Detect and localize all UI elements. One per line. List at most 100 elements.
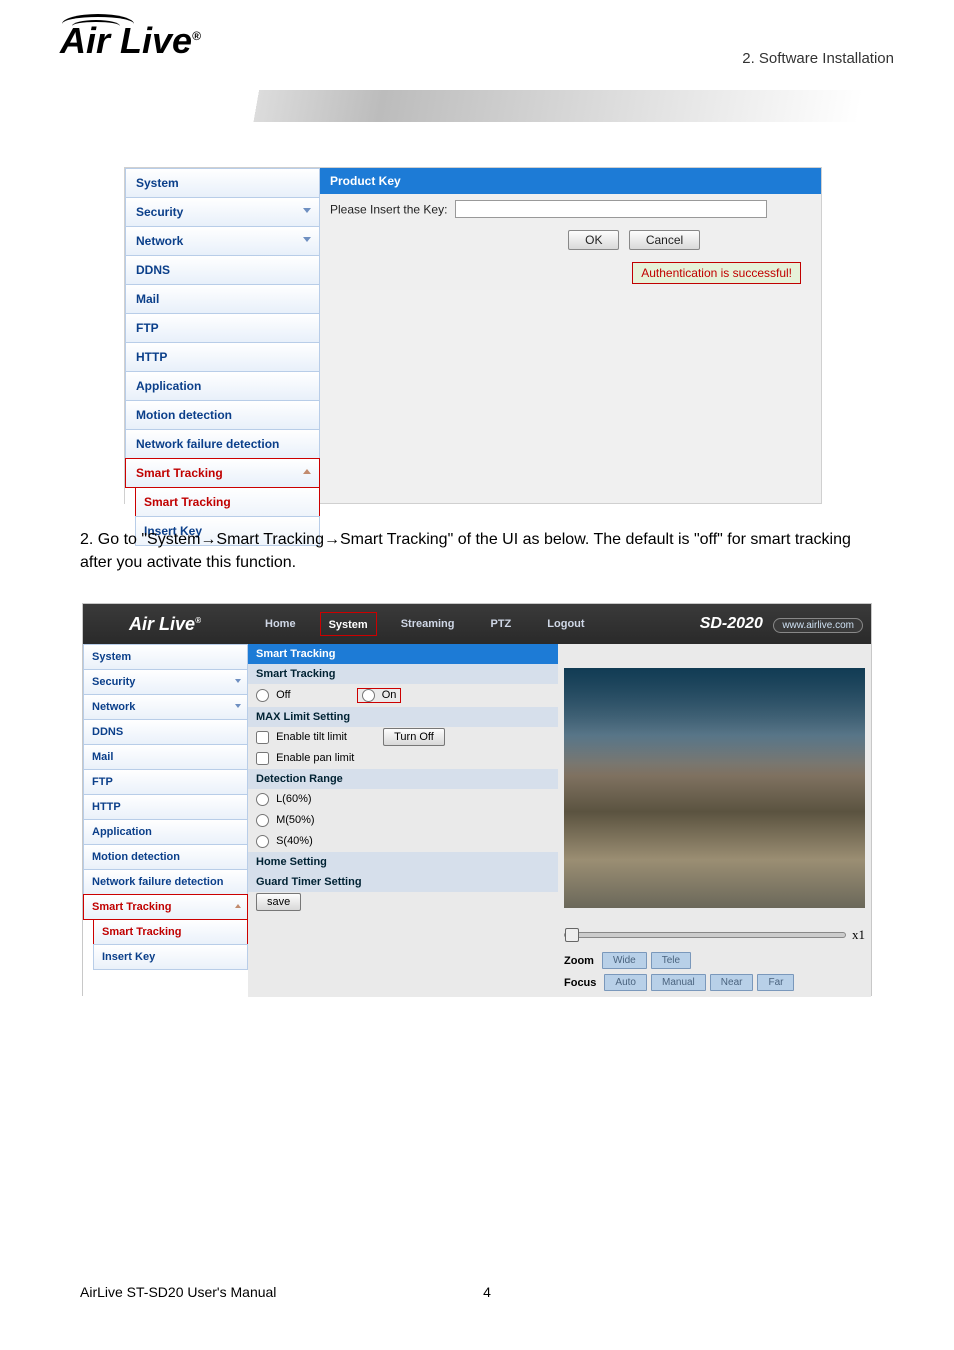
screenshot-smart-tracking: Air Live® Home System Streaming PTZ Logo… [82,603,872,996]
screenshot-product-key: System Security Network DDNS Mail FTP HT… [124,167,822,504]
radio-range-s[interactable]: S(40%) [256,835,313,847]
sidebar-item-ddns[interactable]: DDNS [83,719,248,745]
radio-range-m[interactable]: M(50%) [256,814,315,826]
sidebar-item-http[interactable]: HTTP [125,342,320,372]
zoom-level-label: x1 [852,927,865,943]
sidebar-item-label: Motion detection [92,851,180,863]
turn-off-button[interactable]: Turn Off [383,728,445,746]
zoom-label: Zoom [564,955,594,967]
sidebar-item-system[interactable]: System [125,168,320,198]
tab-logout[interactable]: Logout [529,604,602,644]
product-url-pill[interactable]: www.airlive.com [773,618,863,633]
sidebar-item-label: DDNS [136,263,170,277]
sidebar-item-system[interactable]: System [83,644,248,670]
checkbox-tilt-label: Enable tilt limit [276,731,347,743]
tab-system[interactable]: System [320,612,377,636]
auth-success-banner: Authentication is successful! [632,262,801,284]
sidebar-item-label: Smart Tracking [144,495,231,509]
sidebar-item-application[interactable]: Application [83,819,248,845]
footer-manual-title: AirLive ST-SD20 User's Manual [80,1284,276,1300]
header-divider [0,90,954,122]
sidebar-item-label: Application [92,826,152,838]
chevron-down-icon [303,237,311,242]
focus-manual-button[interactable]: Manual [651,974,706,991]
sidebar-item-label: FTP [92,776,113,788]
sidebar-item-network-failure[interactable]: Network failure detection [125,429,320,459]
focus-label: Focus [564,977,596,989]
focus-far-button[interactable]: Far [757,974,794,991]
section-home-setting: Home Setting [248,852,558,872]
sidebar-sub-smart-tracking[interactable]: Smart Tracking [93,919,248,945]
zoom-slider-thumb[interactable] [565,928,579,942]
header-section-title: 2. Software Installation [742,50,894,67]
zoom-wide-button[interactable]: Wide [602,952,647,969]
sidebar-item-label: Smart Tracking [102,926,181,938]
focus-near-button[interactable]: Near [710,974,754,991]
sidebar-item-ddns[interactable]: DDNS [125,255,320,285]
sidebar-item-label: DDNS [92,726,123,738]
video-preview [564,668,865,908]
sidebar-item-smart-tracking[interactable]: Smart Tracking [125,458,320,488]
sidebar-item-ftp[interactable]: FTP [125,313,320,343]
product-key-input[interactable] [455,200,767,218]
sidebar-item-network[interactable]: Network [83,694,248,720]
radio-range-s-label: S(40%) [276,835,313,847]
page-footer: AirLive ST-SD20 User's Manual 4 [80,1284,894,1300]
focus-auto-button[interactable]: Auto [604,974,647,991]
panel-header: Smart Tracking [248,644,558,664]
sidebar-item-label: Mail [136,292,159,306]
chevron-up-icon [235,904,241,908]
sidebar-sub-insert-key[interactable]: Insert Key [93,944,248,970]
sidebar-item-http[interactable]: HTTP [83,794,248,820]
radio-on[interactable]: On [362,689,397,701]
sidebar-item-label: Network [136,234,183,248]
tab-ptz[interactable]: PTZ [473,604,530,644]
sidebar-item-label: Smart Tracking [92,901,171,913]
smart-tracking-panel: Smart Tracking Smart Tracking Off On MAX… [248,644,558,997]
ok-button[interactable]: OK [568,230,619,250]
video-preview-panel: x1 Zoom Wide Tele Focus Auto Manual Near… [558,644,871,997]
sidebar-item-label: Insert Key [102,951,155,963]
sidebar-item-ftp[interactable]: FTP [83,769,248,795]
chevron-down-icon [235,679,241,683]
settings-sidebar: System Security Network DDNS Mail FTP HT… [83,644,248,997]
sidebar-item-motion-detection[interactable]: Motion detection [83,844,248,870]
sidebar-item-label: HTTP [92,801,121,813]
sidebar-item-smart-tracking[interactable]: Smart Tracking [83,894,248,920]
field-label: Please Insert the Key: [330,203,447,217]
checkbox-pan-limit[interactable]: Enable pan limit [256,752,354,764]
sidebar-item-network-failure[interactable]: Network failure detection [83,869,248,895]
sidebar-item-application[interactable]: Application [125,371,320,401]
radio-off-label: Off [276,689,290,701]
cancel-button[interactable]: Cancel [629,230,700,250]
radio-off[interactable]: Off [256,689,291,701]
sidebar-item-label: Smart Tracking [136,466,223,480]
sidebar-item-label: Mail [92,751,113,763]
tab-home[interactable]: Home [247,604,314,644]
checkbox-tilt-limit[interactable]: Enable tilt limit [256,731,347,743]
product-model: SD-2020 www.airlive.com [700,615,871,633]
section-header-product-key: Product Key [320,168,821,194]
chevron-up-icon [303,469,311,474]
sidebar-item-mail[interactable]: Mail [125,284,320,314]
sidebar-item-motion-detection[interactable]: Motion detection [125,400,320,430]
zoom-tele-button[interactable]: Tele [651,952,691,969]
sidebar-item-security[interactable]: Security [83,669,248,695]
sidebar-item-label: Security [136,205,183,219]
checkbox-pan-label: Enable pan limit [276,752,354,764]
top-nav: Air Live® Home System Streaming PTZ Logo… [83,604,871,644]
sidebar-item-label: Network failure detection [136,437,279,451]
sidebar-item-mail[interactable]: Mail [83,744,248,770]
save-button[interactable]: save [256,893,301,911]
zoom-slider[interactable] [564,932,846,938]
brand-logo-small: Air Live® [83,614,247,635]
sidebar-item-security[interactable]: Security [125,197,320,227]
sidebar-sub-smart-tracking[interactable]: Smart Tracking [135,487,320,517]
tab-streaming[interactable]: Streaming [383,604,473,644]
sidebar-item-label: HTTP [136,350,167,364]
section-max-limit: MAX Limit Setting [248,707,558,727]
radio-range-l-label: L(60%) [276,793,311,805]
section-guard-timer: Guard Timer Setting [248,872,558,892]
sidebar-item-network[interactable]: Network [125,226,320,256]
radio-range-l[interactable]: L(60%) [256,793,312,805]
